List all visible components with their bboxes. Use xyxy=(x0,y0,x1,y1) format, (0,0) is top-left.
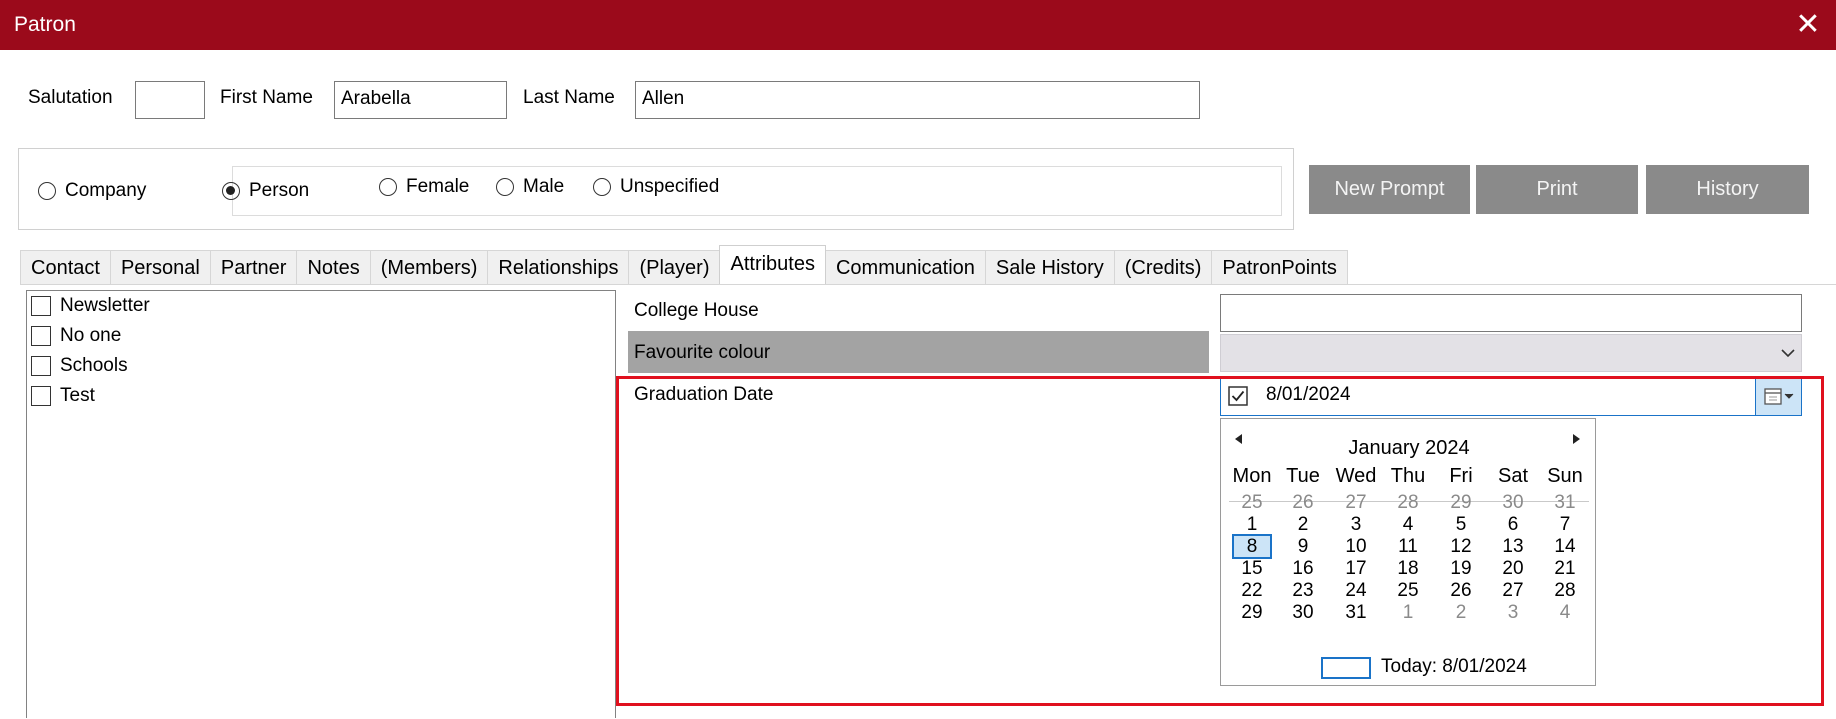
favourite-colour-dropdown[interactable] xyxy=(1220,334,1802,372)
list-item[interactable]: Schools xyxy=(31,355,128,377)
radio-selected-icon xyxy=(222,182,240,200)
list-item-label: No one xyxy=(60,325,122,346)
unspecified-radio-label: Unspecified xyxy=(620,176,720,197)
salutation-field[interactable] xyxy=(135,81,205,119)
radio-icon xyxy=(379,178,397,196)
print-button[interactable]: Print xyxy=(1476,165,1638,214)
last-name-field[interactable]: Allen xyxy=(635,81,1200,119)
list-item[interactable]: Test xyxy=(31,385,95,407)
new-prompt-button[interactable]: New Prompt xyxy=(1309,165,1470,214)
tab-player[interactable]: (Player) xyxy=(628,250,721,284)
radio-icon xyxy=(38,182,56,200)
first-name-field[interactable]: Arabella xyxy=(334,81,507,119)
male-radio[interactable]: Male xyxy=(496,176,564,198)
company-radio-label: Company xyxy=(65,180,147,201)
tab-personal[interactable]: Personal xyxy=(109,250,211,284)
person-radio-label: Person xyxy=(249,180,310,201)
radio-icon xyxy=(593,178,611,196)
male-radio-label: Male xyxy=(523,176,565,197)
close-icon[interactable]: ✕ xyxy=(1788,8,1828,44)
first-name-label: First Name xyxy=(220,87,313,108)
list-item-label: Schools xyxy=(60,355,128,376)
checkbox-icon[interactable] xyxy=(31,326,51,346)
list-item-label: Newsletter xyxy=(60,295,150,316)
tab-notes[interactable]: Notes xyxy=(296,250,371,284)
attribute-checklist[interactable]: Newsletter No one Schools Test xyxy=(26,290,616,718)
tab-members[interactable]: (Members) xyxy=(369,250,489,284)
list-item[interactable]: Newsletter xyxy=(31,295,150,317)
salutation-label: Salutation xyxy=(28,87,113,108)
tab-relationships[interactable]: Relationships xyxy=(487,250,630,284)
tab-sale-history[interactable]: Sale History xyxy=(984,250,1115,284)
tab-partner[interactable]: Partner xyxy=(209,250,298,284)
favourite-colour-label: Favourite colour xyxy=(634,342,771,363)
list-item[interactable]: No one xyxy=(31,325,121,347)
college-house-label: College House xyxy=(634,300,759,321)
female-radio-label: Female xyxy=(406,176,470,197)
chevron-down-icon[interactable] xyxy=(1777,339,1799,367)
checkbox-icon[interactable] xyxy=(31,356,51,376)
highlight-box xyxy=(616,376,1824,706)
tab-attributes[interactable]: Attributes xyxy=(719,245,826,284)
radio-icon xyxy=(496,178,514,196)
tab-patronpoints[interactable]: PatronPoints xyxy=(1211,250,1348,284)
title-bar xyxy=(0,0,1836,50)
checkbox-icon[interactable] xyxy=(31,296,51,316)
tab-communication[interactable]: Communication xyxy=(824,250,986,284)
window-title: Patron xyxy=(14,13,76,36)
last-name-label: Last Name xyxy=(523,87,615,108)
tab-strip: Contact Personal Partner Notes (Members)… xyxy=(20,245,1348,284)
checkbox-icon[interactable] xyxy=(31,386,51,406)
history-button[interactable]: History xyxy=(1646,165,1809,214)
company-radio[interactable]: Company xyxy=(38,180,146,202)
unspecified-radio[interactable]: Unspecified xyxy=(593,176,719,198)
tab-credits[interactable]: (Credits) xyxy=(1113,250,1213,284)
person-radio[interactable]: Person xyxy=(222,180,309,202)
tab-contact[interactable]: Contact xyxy=(20,250,111,284)
female-radio[interactable]: Female xyxy=(379,176,469,198)
list-item-label: Test xyxy=(60,385,95,406)
college-house-field[interactable] xyxy=(1220,294,1802,332)
